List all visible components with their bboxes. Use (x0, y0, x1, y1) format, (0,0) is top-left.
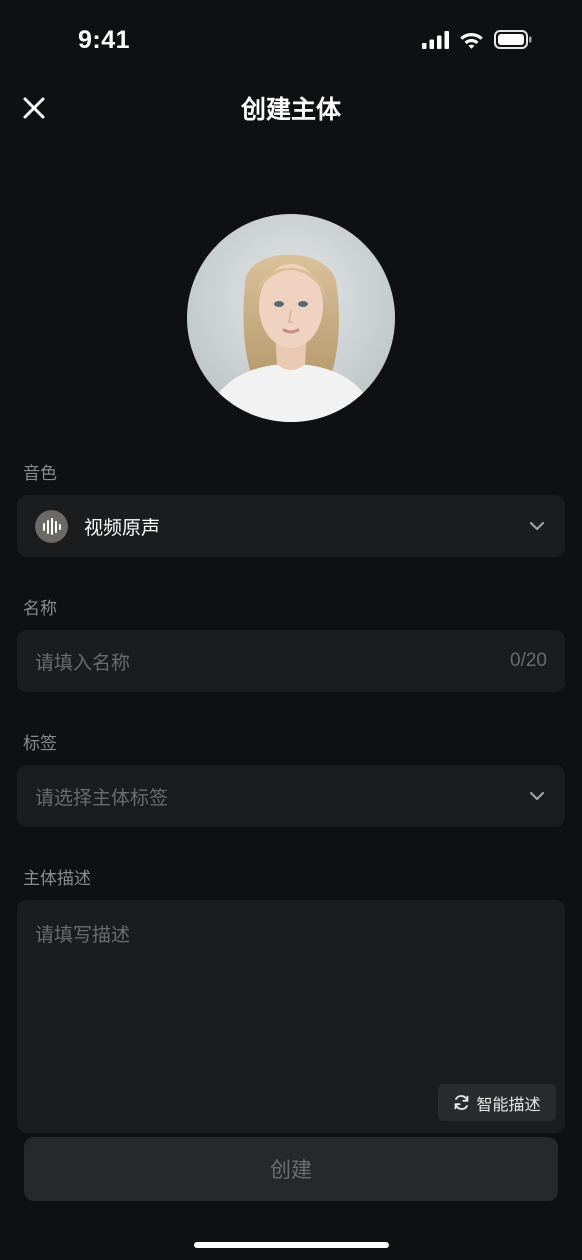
status-icons (422, 30, 532, 49)
name-label: 名称 (23, 599, 57, 619)
cellular-signal-icon (422, 30, 449, 49)
portrait-image (187, 214, 395, 422)
tags-placeholder: 请选择主体标签 (35, 786, 169, 809)
home-indicator[interactable] (194, 1242, 389, 1248)
name-placeholder: 请填入名称 (35, 651, 131, 674)
smart-describe-button[interactable]: 智能描述 (438, 1084, 556, 1121)
name-char-counter: 0/20 (510, 650, 547, 671)
wifi-icon (460, 33, 483, 49)
tags-select[interactable]: 请选择主体标签 (17, 765, 565, 827)
tags-label: 标签 (23, 734, 57, 754)
chevron-down-icon (529, 521, 545, 531)
waveform-icon (35, 509, 68, 543)
description-placeholder: 请填写描述 (35, 924, 131, 946)
battery-icon (494, 30, 532, 49)
voice-value: 视频原声 (84, 516, 161, 539)
status-bar: 9:41 (0, 0, 582, 84)
smart-describe-label: 智能描述 (476, 1094, 541, 1114)
header: 创建主体 (0, 84, 582, 130)
refresh-icon (455, 1095, 469, 1110)
voice-label: 音色 (23, 464, 57, 484)
chevron-down-icon (529, 791, 545, 801)
name-input[interactable]: 请填入名称 0/20 (17, 630, 565, 692)
create-button[interactable]: 创建 (24, 1137, 558, 1201)
subject-avatar[interactable] (187, 214, 395, 422)
description-textarea[interactable]: 请填写描述 智能描述 (17, 900, 565, 1133)
voice-avatar (35, 509, 68, 543)
page-title: 创建主体 (240, 95, 341, 124)
voice-select[interactable]: 视频原声 (17, 495, 565, 557)
status-time: 9:41 (78, 26, 131, 54)
description-label: 主体描述 (23, 869, 91, 889)
